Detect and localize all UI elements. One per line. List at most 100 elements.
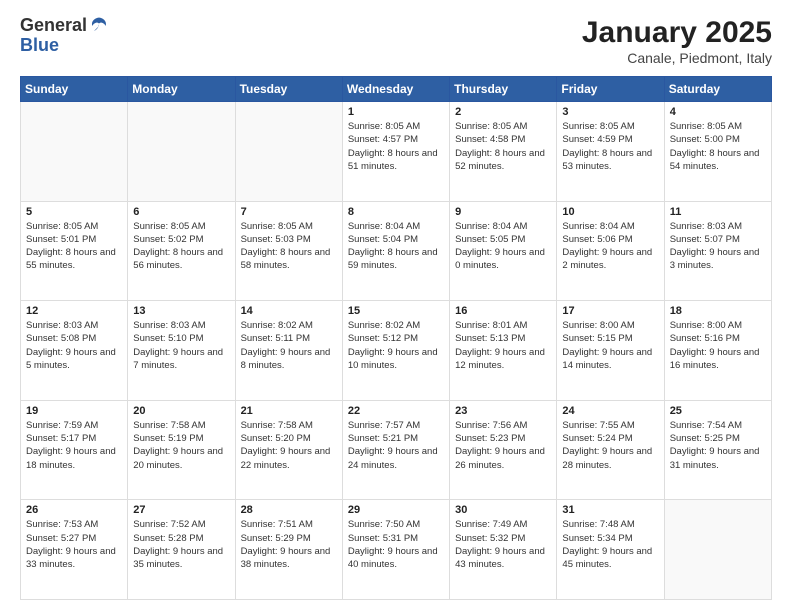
weekday-header-sunday: Sunday [21,77,128,102]
calendar-cell: 25Sunrise: 7:54 AM Sunset: 5:25 PM Dayli… [664,400,771,500]
calendar-cell: 28 Sunrise: 7:51 AM Sunset: 5:29 PM Dayli… [235,500,342,600]
page: General Blue January 2025 Canale, Piedmo… [0,0,792,612]
weekday-header-friday: Friday [557,77,664,102]
weekday-header-row: SundayMondayTuesdayWednesdayThursdayFrid… [21,77,772,102]
day-info: Sunrise: 8:04 AM Sunset: 5:04 PM Dayligh… [348,220,444,273]
day-number: 18 [670,305,766,317]
day-number: 20 [133,405,229,417]
day-number: 27 [133,504,229,516]
day-info: Sunrise: 7:59 AM Sunset: 5:17 PM Dayligh… [26,419,122,472]
logo: General Blue [20,16,109,56]
calendar-cell: 30 Sunrise: 7:49 AM Sunset: 5:32 PM Dayli… [450,500,557,600]
day-number: 15 [348,305,444,317]
day-info: Sunrise: 7:51 AM Sunset: 5:29 PM Dayligh… [241,518,337,571]
weekday-header-wednesday: Wednesday [342,77,449,102]
day-number: 9 [455,206,551,218]
day-number: 11 [670,206,766,218]
day-number: 14 [241,305,337,317]
day-number: 30 [455,504,551,516]
week-row-1: 1 Sunrise: 8:05 AM Sunset: 4:57 PM Daylig… [21,102,772,202]
calendar-cell: 31Sunrise: 7:48 AM Sunset: 5:34 PM Dayli… [557,500,664,600]
weekday-header-monday: Monday [128,77,235,102]
logo-blue: Blue [20,35,59,55]
day-number: 19 [26,405,122,417]
calendar-cell: 7 Sunrise: 8:05 AM Sunset: 5:03 PM Daylig… [235,201,342,301]
day-info: Sunrise: 8:01 AM Sunset: 5:13 PM Dayligh… [455,319,551,372]
calendar-cell: 12 Sunrise: 8:03 AM Sunset: 5:08 PM Dayli… [21,301,128,401]
day-number: 2 [455,106,551,118]
day-number: 6 [133,206,229,218]
day-info: Sunrise: 7:56 AM Sunset: 5:23 PM Dayligh… [455,419,551,472]
day-number: 29 [348,504,444,516]
day-info: Sunrise: 8:05 AM Sunset: 5:01 PM Dayligh… [26,220,122,273]
calendar-cell: 13 Sunrise: 8:03 AM Sunset: 5:10 PM Dayli… [128,301,235,401]
calendar-cell: 24Sunrise: 7:55 AM Sunset: 5:24 PM Dayli… [557,400,664,500]
calendar-cell: 20 Sunrise: 7:58 AM Sunset: 5:19 PM Dayli… [128,400,235,500]
calendar-cell [235,102,342,202]
day-info: Sunrise: 8:05 AM Sunset: 4:57 PM Dayligh… [348,120,444,173]
day-info: Sunrise: 8:03 AM Sunset: 5:07 PM Dayligh… [670,220,766,273]
week-row-3: 12 Sunrise: 8:03 AM Sunset: 5:08 PM Dayli… [21,301,772,401]
day-info: Sunrise: 7:58 AM Sunset: 5:19 PM Dayligh… [133,419,229,472]
day-number: 22 [348,405,444,417]
day-number: 31 [562,504,658,516]
calendar-cell: 22Sunrise: 7:57 AM Sunset: 5:21 PM Dayli… [342,400,449,500]
calendar-cell: 3Sunrise: 8:05 AM Sunset: 4:59 PM Daylig… [557,102,664,202]
day-number: 12 [26,305,122,317]
day-info: Sunrise: 7:58 AM Sunset: 5:20 PM Dayligh… [241,419,337,472]
day-number: 1 [348,106,444,118]
calendar-cell: 9 Sunrise: 8:04 AM Sunset: 5:05 PM Daylig… [450,201,557,301]
day-info: Sunrise: 8:05 AM Sunset: 5:03 PM Dayligh… [241,220,337,273]
title-block: January 2025 Canale, Piedmont, Italy [582,16,772,66]
day-info: Sunrise: 7:50 AM Sunset: 5:31 PM Dayligh… [348,518,444,571]
day-info: Sunrise: 8:03 AM Sunset: 5:10 PM Dayligh… [133,319,229,372]
day-number: 23 [455,405,551,417]
logo-bird-icon [89,16,109,36]
day-number: 13 [133,305,229,317]
calendar-cell: 29 Sunrise: 7:50 AM Sunset: 5:31 PM Dayli… [342,500,449,600]
day-info: Sunrise: 8:05 AM Sunset: 5:00 PM Dayligh… [670,120,766,173]
day-info: Sunrise: 8:05 AM Sunset: 4:58 PM Dayligh… [455,120,551,173]
calendar-cell: 1 Sunrise: 8:05 AM Sunset: 4:57 PM Daylig… [342,102,449,202]
weekday-header-saturday: Saturday [664,77,771,102]
day-info: Sunrise: 8:02 AM Sunset: 5:12 PM Dayligh… [348,319,444,372]
week-row-2: 5 Sunrise: 8:05 AM Sunset: 5:01 PM Daylig… [21,201,772,301]
day-info: Sunrise: 8:03 AM Sunset: 5:08 PM Dayligh… [26,319,122,372]
day-number: 4 [670,106,766,118]
calendar-cell: 15 Sunrise: 8:02 AM Sunset: 5:12 PM Dayli… [342,301,449,401]
day-info: Sunrise: 8:00 AM Sunset: 5:16 PM Dayligh… [670,319,766,372]
day-number: 3 [562,106,658,118]
calendar-cell [128,102,235,202]
calendar-cell: 18 Sunrise: 8:00 AM Sunset: 5:16 PM Dayli… [664,301,771,401]
weekday-header-tuesday: Tuesday [235,77,342,102]
calendar-title: January 2025 [582,16,772,50]
day-number: 8 [348,206,444,218]
calendar-cell: 4 Sunrise: 8:05 AM Sunset: 5:00 PM Daylig… [664,102,771,202]
logo-general: General [20,16,87,36]
calendar-cell: 14Sunrise: 8:02 AM Sunset: 5:11 PM Dayli… [235,301,342,401]
calendar-cell: 5 Sunrise: 8:05 AM Sunset: 5:01 PM Daylig… [21,201,128,301]
day-info: Sunrise: 7:53 AM Sunset: 5:27 PM Dayligh… [26,518,122,571]
day-number: 21 [241,405,337,417]
day-number: 5 [26,206,122,218]
day-info: Sunrise: 8:04 AM Sunset: 5:06 PM Dayligh… [562,220,658,273]
calendar-cell: 8 Sunrise: 8:04 AM Sunset: 5:04 PM Daylig… [342,201,449,301]
day-number: 16 [455,305,551,317]
day-number: 10 [562,206,658,218]
header: General Blue January 2025 Canale, Piedmo… [20,16,772,66]
calendar-table: SundayMondayTuesdayWednesdayThursdayFrid… [20,76,772,600]
day-number: 26 [26,504,122,516]
calendar-cell: 6Sunrise: 8:05 AM Sunset: 5:02 PM Daylig… [128,201,235,301]
day-info: Sunrise: 7:55 AM Sunset: 5:24 PM Dayligh… [562,419,658,472]
day-number: 17 [562,305,658,317]
day-info: Sunrise: 7:54 AM Sunset: 5:25 PM Dayligh… [670,419,766,472]
calendar-cell: 16 Sunrise: 8:01 AM Sunset: 5:13 PM Dayli… [450,301,557,401]
calendar-cell: 21 Sunrise: 7:58 AM Sunset: 5:20 PM Dayli… [235,400,342,500]
day-info: Sunrise: 8:04 AM Sunset: 5:05 PM Dayligh… [455,220,551,273]
day-number: 28 [241,504,337,516]
day-info: Sunrise: 7:49 AM Sunset: 5:32 PM Dayligh… [455,518,551,571]
day-info: Sunrise: 8:00 AM Sunset: 5:15 PM Dayligh… [562,319,658,372]
day-number: 7 [241,206,337,218]
calendar-cell: 27Sunrise: 7:52 AM Sunset: 5:28 PM Dayli… [128,500,235,600]
calendar-cell: 17 Sunrise: 8:00 AM Sunset: 5:15 PM Dayli… [557,301,664,401]
